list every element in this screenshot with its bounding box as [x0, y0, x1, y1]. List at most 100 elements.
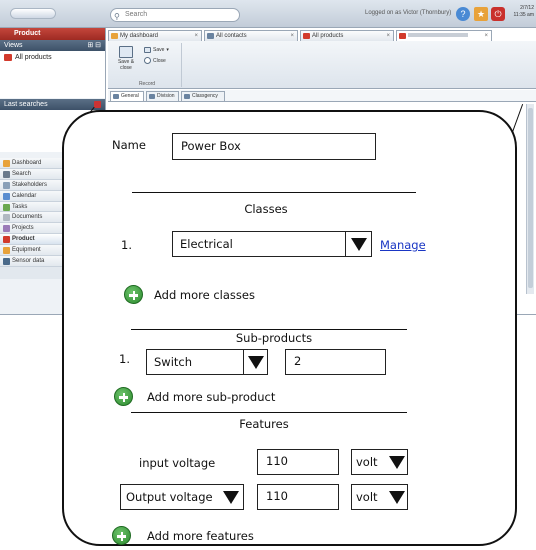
module-header: Product	[0, 28, 105, 40]
stakeholders-icon	[3, 181, 10, 189]
nav-label: Stakeholders	[12, 181, 48, 188]
subtab-division[interactable]: Division	[146, 91, 179, 101]
form-sketch-panel: Name Power Box Classes 1. Electrical Man…	[62, 110, 517, 546]
subproduct-select[interactable]: Switch	[146, 349, 268, 375]
record-group: Save & close Save ▾ Close Record	[112, 43, 182, 87]
name-label: Name	[112, 138, 146, 152]
search-icon	[3, 170, 10, 178]
class-select[interactable]: Electrical	[172, 231, 372, 257]
close-label: Close	[153, 57, 166, 64]
close-icon[interactable]: ×	[484, 31, 488, 41]
product-icon	[3, 236, 10, 244]
save-button[interactable]: Save ▾	[144, 47, 169, 53]
feature-value-input[interactable]: 110	[257, 484, 339, 510]
scrollbar-thumb[interactable]	[528, 108, 533, 288]
tab-all-products[interactable]: All products ×	[300, 30, 394, 41]
subtab-label: General	[121, 93, 139, 99]
close-icon[interactable]: ×	[386, 31, 390, 41]
power-icon[interactable]: ⏻	[491, 7, 505, 21]
save-icon	[144, 47, 151, 53]
search-placeholder: Search	[125, 11, 148, 18]
subtab-general[interactable]: General	[110, 91, 144, 101]
app-logo	[10, 8, 56, 19]
nav-label: Product	[12, 236, 35, 243]
sensor-icon	[3, 258, 10, 266]
add-classes-icon[interactable]	[124, 285, 143, 304]
views-header: Views ⊞ ⊟	[0, 40, 105, 51]
subproduct-index: 1.	[119, 352, 130, 366]
nav-label: Documents	[12, 214, 43, 221]
save-close-label: Save & close	[117, 59, 135, 71]
nav-label: Tasks	[12, 203, 28, 210]
classgency-icon	[184, 94, 190, 99]
top-bar: ⚲ Search Logged on as Victor (Thornbury)…	[0, 0, 536, 28]
manage-classes-link[interactable]: Manage	[380, 238, 426, 252]
nav-label: Search	[12, 170, 32, 177]
feature-name-value: Output voltage	[126, 490, 213, 504]
tab-label-redacted	[408, 33, 468, 38]
save-close-icon	[119, 46, 133, 58]
features-divider	[131, 412, 407, 414]
save-close-button[interactable]: Save & close	[116, 46, 136, 71]
add-subproduct-icon[interactable]	[114, 387, 133, 406]
class-index: 1.	[121, 238, 132, 252]
nav-label: Dashboard	[12, 160, 42, 166]
views-label: Views	[4, 42, 23, 49]
chevron-down-icon	[219, 485, 243, 509]
search-icon: ⚲	[114, 12, 120, 21]
tab-all-contacts[interactable]: All contacts ×	[204, 30, 298, 41]
time-text: 11:35 am	[513, 12, 534, 18]
close-icon	[144, 57, 151, 64]
help-icon[interactable]: ?	[456, 7, 470, 21]
subproduct-quantity-input[interactable]: 2	[285, 349, 386, 375]
classes-divider	[132, 192, 416, 194]
product-icon	[4, 54, 12, 61]
equipment-icon	[3, 247, 10, 255]
global-search-input[interactable]: ⚲ Search	[110, 8, 240, 22]
close-icon[interactable]: ×	[290, 31, 294, 41]
nav-label: Calendar	[12, 192, 37, 199]
form-scrollbar[interactable]	[526, 104, 534, 294]
chevron-down-icon	[387, 485, 407, 509]
feature-value-input[interactable]: 110	[257, 449, 339, 475]
last-searches-header: Last searches	[0, 99, 105, 110]
views-list: All products	[0, 51, 105, 98]
dashboard-icon	[3, 160, 10, 167]
feature-unit-select[interactable]: volt	[351, 484, 408, 510]
last-searches-label: Last searches	[4, 101, 48, 108]
contacts-icon	[207, 33, 214, 39]
favorites-icon[interactable]: ★	[474, 7, 488, 21]
form-subtabs: General Division Classgency	[108, 90, 536, 101]
chevron-down-icon: ▾	[166, 47, 169, 53]
projects-icon	[3, 225, 10, 233]
feature-unit-select[interactable]: volt	[351, 449, 408, 475]
add-features-label[interactable]: Add more features	[147, 529, 254, 543]
ribbon-toolbar: Save & close Save ▾ Close Record	[108, 41, 536, 89]
subtab-classgency[interactable]: Classgency	[181, 91, 225, 101]
view-item[interactable]: All products	[4, 54, 101, 61]
tab-label: All contacts	[216, 33, 247, 39]
chevron-down-icon	[243, 350, 267, 374]
close-icon[interactable]: ×	[194, 31, 198, 41]
add-features-icon[interactable]	[112, 526, 131, 545]
view-item-label: All products	[15, 54, 52, 61]
name-input[interactable]: Power Box	[172, 133, 376, 160]
tab-current-product[interactable]: ×	[396, 30, 492, 41]
add-subproduct-label[interactable]: Add more sub-product	[147, 390, 275, 404]
class-select-value: Electrical	[180, 237, 233, 251]
subproduct-select-value: Switch	[154, 355, 193, 369]
views-tools-icon[interactable]: ⊞ ⊟	[87, 40, 101, 51]
product-icon	[399, 33, 406, 39]
tab-label: My dashboard	[120, 33, 159, 39]
chevron-down-icon	[345, 232, 371, 256]
product-icon	[303, 33, 310, 39]
close-button[interactable]: Close	[144, 57, 166, 64]
nav-label: Projects	[12, 225, 34, 232]
feature-name-select[interactable]: Output voltage	[120, 484, 244, 510]
feature-unit-value: volt	[356, 490, 378, 504]
document-tabs: My dashboard × All contacts × All produc…	[108, 30, 536, 41]
classes-heading: Classes	[244, 202, 288, 216]
tab-my-dashboard[interactable]: My dashboard ×	[108, 30, 202, 41]
general-icon	[113, 94, 119, 99]
add-classes-label[interactable]: Add more classes	[154, 288, 255, 302]
